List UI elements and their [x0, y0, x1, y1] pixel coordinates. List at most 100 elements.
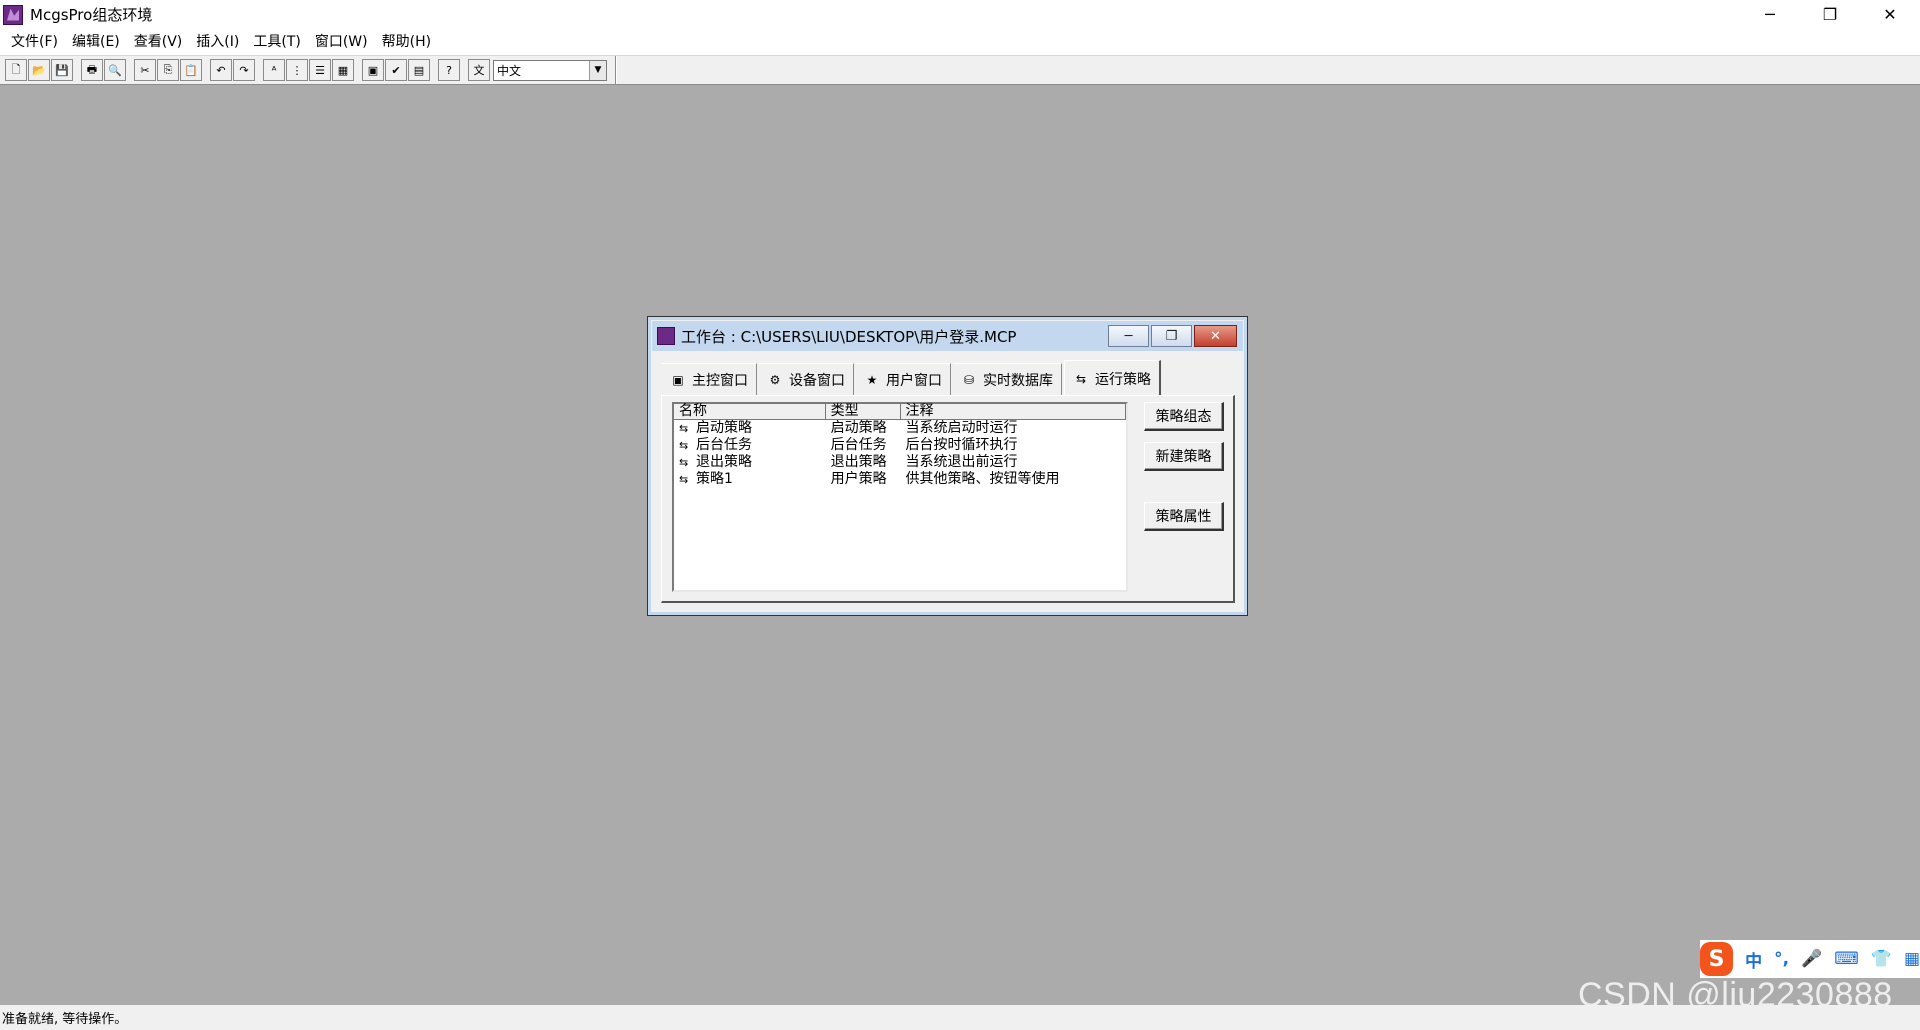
tab-main-window[interactable]: ▣ 主控窗口 [662, 363, 757, 395]
new-strategy-button[interactable]: 新建策略 [1144, 442, 1224, 471]
menu-bar: 文件(F) 编辑(E) 查看(V) 插入(I) 工具(T) 窗口(W) 帮助(H… [0, 29, 1920, 55]
main-window-icon: ▣ [672, 372, 684, 387]
row-name-cell: ⇆ 启动策略 [674, 420, 826, 437]
chevron-down-icon[interactable]: ▼ [589, 60, 606, 80]
ime-menu-icon[interactable]: ▦ [1904, 949, 1920, 969]
toolbar-separator [203, 59, 210, 81]
strategy-properties-button[interactable]: 策略属性 [1144, 502, 1224, 531]
strategy-icon: ⇆ [679, 456, 689, 469]
workbench-restore-button[interactable]: ❐ [1151, 325, 1192, 347]
list-item[interactable]: ⇆ 启动策略 启动策略 当系统启动时运行 [674, 420, 1126, 437]
row-type: 启动策略 [830, 420, 887, 436]
minimize-button[interactable]: ─ [1740, 0, 1800, 29]
menu-edit[interactable]: 编辑(E) [65, 29, 127, 55]
column-header-name[interactable]: 名称 [674, 404, 826, 419]
toolbar-separator [431, 59, 438, 81]
text-icon[interactable]: ᴬ [263, 59, 285, 81]
ime-chinese-toggle[interactable]: 中 [1745, 947, 1762, 972]
new-file-icon[interactable]: 🗋 [5, 59, 27, 81]
toolbar-separator [461, 59, 468, 81]
paste-icon[interactable]: 📋 [180, 59, 202, 81]
properties-icon[interactable]: ▣ [362, 59, 384, 81]
row-note: 后台按时循环执行 [905, 437, 1018, 453]
strategy-list[interactable]: 名称 类型 注释 ⇆ 启动策略 启动策略 当系统启动时运行 ⇆ 后台任务 后台任务 … [672, 402, 1128, 592]
open-folder-icon[interactable]: 📂 [28, 59, 50, 81]
tab-label: 运行策略 [1095, 371, 1151, 388]
language-select[interactable]: 中文 ▼ [493, 59, 607, 81]
sogou-logo-icon[interactable]: S [1700, 942, 1734, 976]
row-name: 启动策略 [696, 420, 752, 436]
toolbar-separator [256, 59, 263, 81]
row-name: 后台任务 [696, 437, 752, 453]
window-controls: ─ ❐ ✕ [1740, 0, 1920, 29]
tab-label: 主控窗口 [692, 372, 748, 389]
close-button[interactable]: ✕ [1860, 0, 1920, 29]
tab-device-window[interactable]: ⚙ 设备窗口 [759, 363, 854, 395]
language-select-value: 中文 [497, 63, 522, 78]
compile-icon[interactable]: ▤ [408, 59, 430, 81]
tab-run-strategy[interactable]: ⇆ 运行策略 [1064, 360, 1161, 396]
list-item[interactable]: ⇆ 退出策略 退出策略 当系统退出前运行 [674, 454, 1126, 471]
ime-keyboard-icon[interactable]: ⌨ [1834, 949, 1859, 969]
row-name: 退出策略 [696, 454, 752, 470]
list-header: 名称 类型 注释 [674, 404, 1127, 420]
workbench-minimize-button[interactable]: ─ [1108, 325, 1149, 347]
column-header-type[interactable]: 类型 [826, 404, 901, 419]
workbench-dialog: 工作台 : C:\USERS\LIU\DESKTOP\用户登录.MCP ─ ❐ … [647, 316, 1248, 616]
tab-label: 设备窗口 [789, 372, 845, 389]
strategy-panel: 名称 类型 注释 ⇆ 启动策略 启动策略 当系统启动时运行 ⇆ 后台任务 后台任务 … [661, 395, 1235, 603]
grid-icon[interactable]: ▦ [332, 59, 354, 81]
align-icon[interactable]: ⋮ [286, 59, 308, 81]
menu-tools[interactable]: 工具(T) [246, 29, 307, 55]
menu-file[interactable]: 文件(F) [4, 29, 65, 55]
workbench-icon [657, 327, 675, 345]
row-name-cell: ⇆ 后台任务 [674, 437, 826, 454]
check-icon[interactable]: ✔ [385, 59, 407, 81]
toolbar-end-divider [615, 56, 617, 84]
list-item[interactable]: ⇆ 后台任务 后台任务 后台按时循环执行 [674, 437, 1126, 454]
row-name-cell: ⇆ 退出策略 [674, 454, 826, 471]
toolbar-separator [127, 59, 134, 81]
menu-help[interactable]: 帮助(H) [375, 29, 438, 55]
print-icon[interactable]: 🖶 [81, 59, 103, 81]
print-preview-icon[interactable]: 🔍 [104, 59, 126, 81]
language-icon[interactable]: 文 [468, 59, 490, 81]
cut-icon[interactable]: ✂ [134, 59, 156, 81]
toolbar-separator [74, 59, 81, 81]
menu-insert[interactable]: 插入(I) [189, 29, 246, 55]
realtime-database-icon: ⛁ [963, 372, 975, 387]
tab-realtime-database[interactable]: ⛁ 实时数据库 [953, 363, 1062, 395]
tab-label: 用户窗口 [886, 372, 942, 389]
user-window-icon: ★ [866, 372, 878, 387]
ime-punctuation-icon[interactable]: °, [1774, 949, 1789, 969]
strategy-configure-button[interactable]: 策略组态 [1144, 402, 1224, 431]
restore-button[interactable]: ❐ [1800, 0, 1860, 29]
row-type: 后台任务 [830, 437, 887, 453]
redo-icon[interactable]: ↷ [233, 59, 255, 81]
workbench-tabs: ▣ 主控窗口 ⚙ 设备窗口 ★ 用户窗口 ⛁ 实时数据库 ⇆ 运行策略 [662, 359, 1163, 396]
toolbar-separator [355, 59, 362, 81]
list-item[interactable]: ⇆ 策略1 用户策略 供其他策略、按钮等使用 [674, 471, 1126, 488]
strategy-icon: ⇆ [679, 422, 689, 435]
list-icon[interactable]: ☰ [309, 59, 331, 81]
column-header-note[interactable]: 注释 [901, 404, 1127, 419]
menu-view[interactable]: 查看(V) [127, 29, 190, 55]
menu-window[interactable]: 窗口(W) [308, 29, 375, 55]
row-type: 退出策略 [830, 454, 887, 470]
undo-icon[interactable]: ↶ [210, 59, 232, 81]
workbench-titlebar[interactable]: 工作台 : C:\USERS\LIU\DESKTOP\用户登录.MCP ─ ❐ … [652, 321, 1243, 351]
row-note: 当系统退出前运行 [905, 454, 1018, 470]
copy-icon[interactable]: ⎘ [157, 59, 179, 81]
row-name-cell: ⇆ 策略1 [674, 471, 826, 488]
ime-microphone-icon[interactable]: 🎤 [1801, 949, 1822, 969]
ime-skin-icon[interactable]: 👕 [1871, 949, 1892, 969]
app-titlebar: McgsPro组态环境 ─ ❐ ✕ [0, 0, 1920, 29]
status-text: 准备就绪, 等待操作。 [2, 1012, 128, 1027]
strategy-icon: ⇆ [1075, 371, 1087, 386]
workbench-close-button[interactable]: ✕ [1194, 325, 1237, 347]
help-icon[interactable]: ? [438, 59, 460, 81]
save-icon[interactable]: 💾 [51, 59, 73, 81]
tab-user-window[interactable]: ★ 用户窗口 [856, 363, 951, 395]
workbench-window-controls: ─ ❐ ✕ [1106, 325, 1237, 347]
app-logo-icon [3, 4, 23, 25]
